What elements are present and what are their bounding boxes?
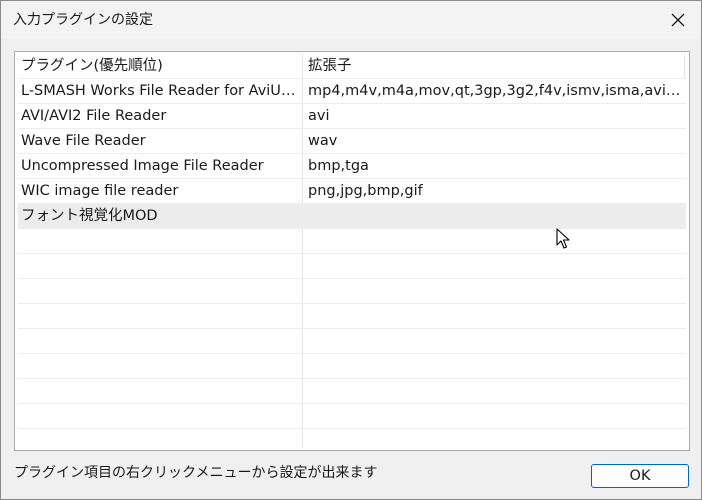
list-item[interactable]: Wave File Reader wav	[18, 129, 686, 154]
dialog-window: 入力プラグインの設定 プラグイン(優先順位) 拡張子 L-SMASH Works…	[0, 0, 702, 500]
empty-row	[18, 254, 686, 279]
header-row: プラグイン(優先順位) 拡張子	[18, 54, 686, 79]
close-icon	[671, 13, 685, 27]
hint-text: プラグイン項目の右クリックメニューから設定が出来ます	[14, 465, 378, 481]
empty-row	[18, 329, 686, 354]
list-item[interactable]: Uncompressed Image File Reader bmp,tga	[18, 154, 686, 179]
plugin-name: L-SMASH Works File Reader for AviUtl2	[21, 83, 299, 99]
list-item[interactable]: WIC image file reader png,jpg,bmp,gif	[18, 179, 686, 204]
plugin-name: WIC image file reader	[21, 183, 179, 199]
plugin-list[interactable]: プラグイン(優先順位) 拡張子 L-SMASH Works File Reade…	[14, 51, 690, 451]
list-item-selected[interactable]: フォント視覚化MOD	[18, 204, 686, 229]
plugin-extensions: avi	[308, 108, 330, 124]
empty-row	[18, 279, 686, 304]
plugin-extensions: mp4,m4v,m4a,mov,qt,3gp,3g2,f4v,ismv,isma…	[308, 83, 684, 99]
column-header-plugin[interactable]: プラグイン(優先順位)	[21, 54, 299, 78]
plugin-name: Uncompressed Image File Reader	[21, 158, 264, 174]
empty-row	[18, 429, 686, 450]
empty-row	[18, 379, 686, 404]
plugin-extensions: bmp,tga	[308, 158, 369, 174]
column-header-extension[interactable]: 拡張子	[308, 54, 684, 78]
empty-row	[18, 404, 686, 429]
plugin-name: AVI/AVI2 File Reader	[21, 108, 167, 124]
plugin-extensions: wav	[308, 133, 338, 149]
empty-row	[18, 229, 686, 254]
empty-row	[18, 354, 686, 379]
mouse-cursor-icon	[556, 228, 570, 249]
list-item[interactable]: AVI/AVI2 File Reader avi	[18, 104, 686, 129]
plugin-extensions: png,jpg,bmp,gif	[308, 183, 423, 199]
empty-row	[18, 304, 686, 329]
dialog-title: 入力プラグインの設定	[13, 12, 153, 28]
plugin-name: フォント視覚化MOD	[21, 208, 158, 224]
ok-button[interactable]: OK	[591, 464, 689, 488]
close-button[interactable]	[655, 1, 701, 39]
list-item[interactable]: L-SMASH Works File Reader for AviUtl2 mp…	[18, 79, 686, 104]
title-bar[interactable]: 入力プラグインの設定	[1, 1, 701, 39]
plugin-extensions	[308, 204, 684, 228]
plugin-name: Wave File Reader	[21, 133, 146, 149]
